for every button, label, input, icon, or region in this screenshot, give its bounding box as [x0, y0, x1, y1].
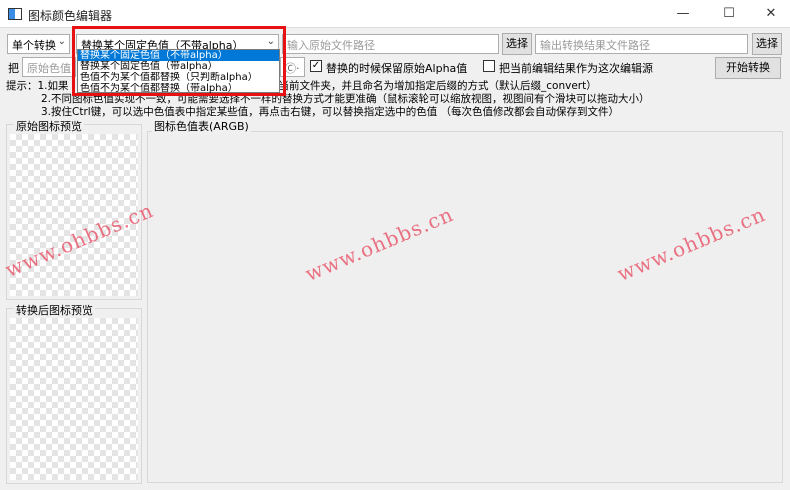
chevron-down-icon: ⌄	[57, 36, 66, 47]
source-path-input[interactable]: 输入原始文件路径	[282, 34, 499, 54]
dropdown-option[interactable]: 替换某个固定色值（不带alpha）	[78, 50, 279, 61]
ba-label: 把	[8, 62, 19, 75]
chevron-down-icon: ⌄	[266, 36, 275, 47]
title-bar: 图标颜色编辑器 — ☐ ✕	[0, 0, 790, 28]
output-select-button[interactable]: 选择	[752, 33, 782, 55]
tip-line-1-prefix: 提示：1.如果	[6, 80, 69, 92]
tip-line-2-suffix: 图标色值实现不一致，可能需要选择不一样的替换方式才能更准确（鼠标滚轮可以缩放视图…	[72, 93, 650, 105]
source-select-button[interactable]: 选择	[502, 33, 532, 55]
dropdown-option[interactable]: 替换某个固定色值（带alpha）	[78, 61, 279, 72]
keep-alpha-label: 替换的时候保留原始Alpha值	[326, 62, 468, 75]
app-icon	[8, 8, 22, 20]
color-table-title: 图标色值表(ARGB)	[152, 118, 251, 134]
tip-line-2-prefix: 2.不同	[41, 93, 73, 105]
dropdown-option[interactable]: 色值不为某个值都替换（带alpha）	[78, 83, 279, 94]
use-result-checkbox[interactable]	[483, 60, 495, 72]
original-color-input[interactable]: 原始色值	[22, 57, 76, 77]
minimize-button[interactable]: —	[660, 0, 706, 28]
converted-preview-canvas[interactable]	[10, 318, 138, 480]
color-table[interactable]	[147, 131, 783, 483]
window-title: 图标颜色编辑器	[28, 9, 113, 23]
use-result-label: 把当前编辑结果作为这次编辑源	[499, 62, 653, 75]
dropdown-option[interactable]: 色值不为某个值都替换（只判断alpha）	[78, 72, 279, 83]
converted-preview-title: 转换后图标预览	[14, 302, 95, 318]
target-color-input[interactable]: Ⓒ·	[280, 57, 305, 77]
replace-mode-dropdown[interactable]: 替换某个固定色值（不带alpha） 替换某个固定色值（带alpha） 色值不为某…	[77, 49, 280, 94]
original-preview-title: 原始图标预览	[14, 118, 84, 134]
keep-alpha-checkbox[interactable]: ✓	[310, 60, 322, 72]
tip-line-1-suffix: 当前文件夹，并且命名为增加指定后缀的方式（默认后缀_convert）	[278, 80, 597, 92]
mode-select[interactable]: 单个转换 ⌄	[7, 34, 70, 54]
maximize-button[interactable]: ☐	[706, 0, 752, 28]
output-path-input[interactable]: 输出转换结果文件路径	[535, 34, 748, 54]
tip-line-3: 3.按住Ctrl键，可以选中色值表中指定某些值，再点击右键，可以替换指定选中的色…	[41, 106, 620, 118]
close-button[interactable]: ✕	[748, 0, 790, 28]
mode-select-value: 单个转换	[12, 39, 56, 52]
start-convert-button[interactable]: 开始转换	[715, 57, 781, 79]
check-mark-icon: ✓	[311, 60, 321, 71]
